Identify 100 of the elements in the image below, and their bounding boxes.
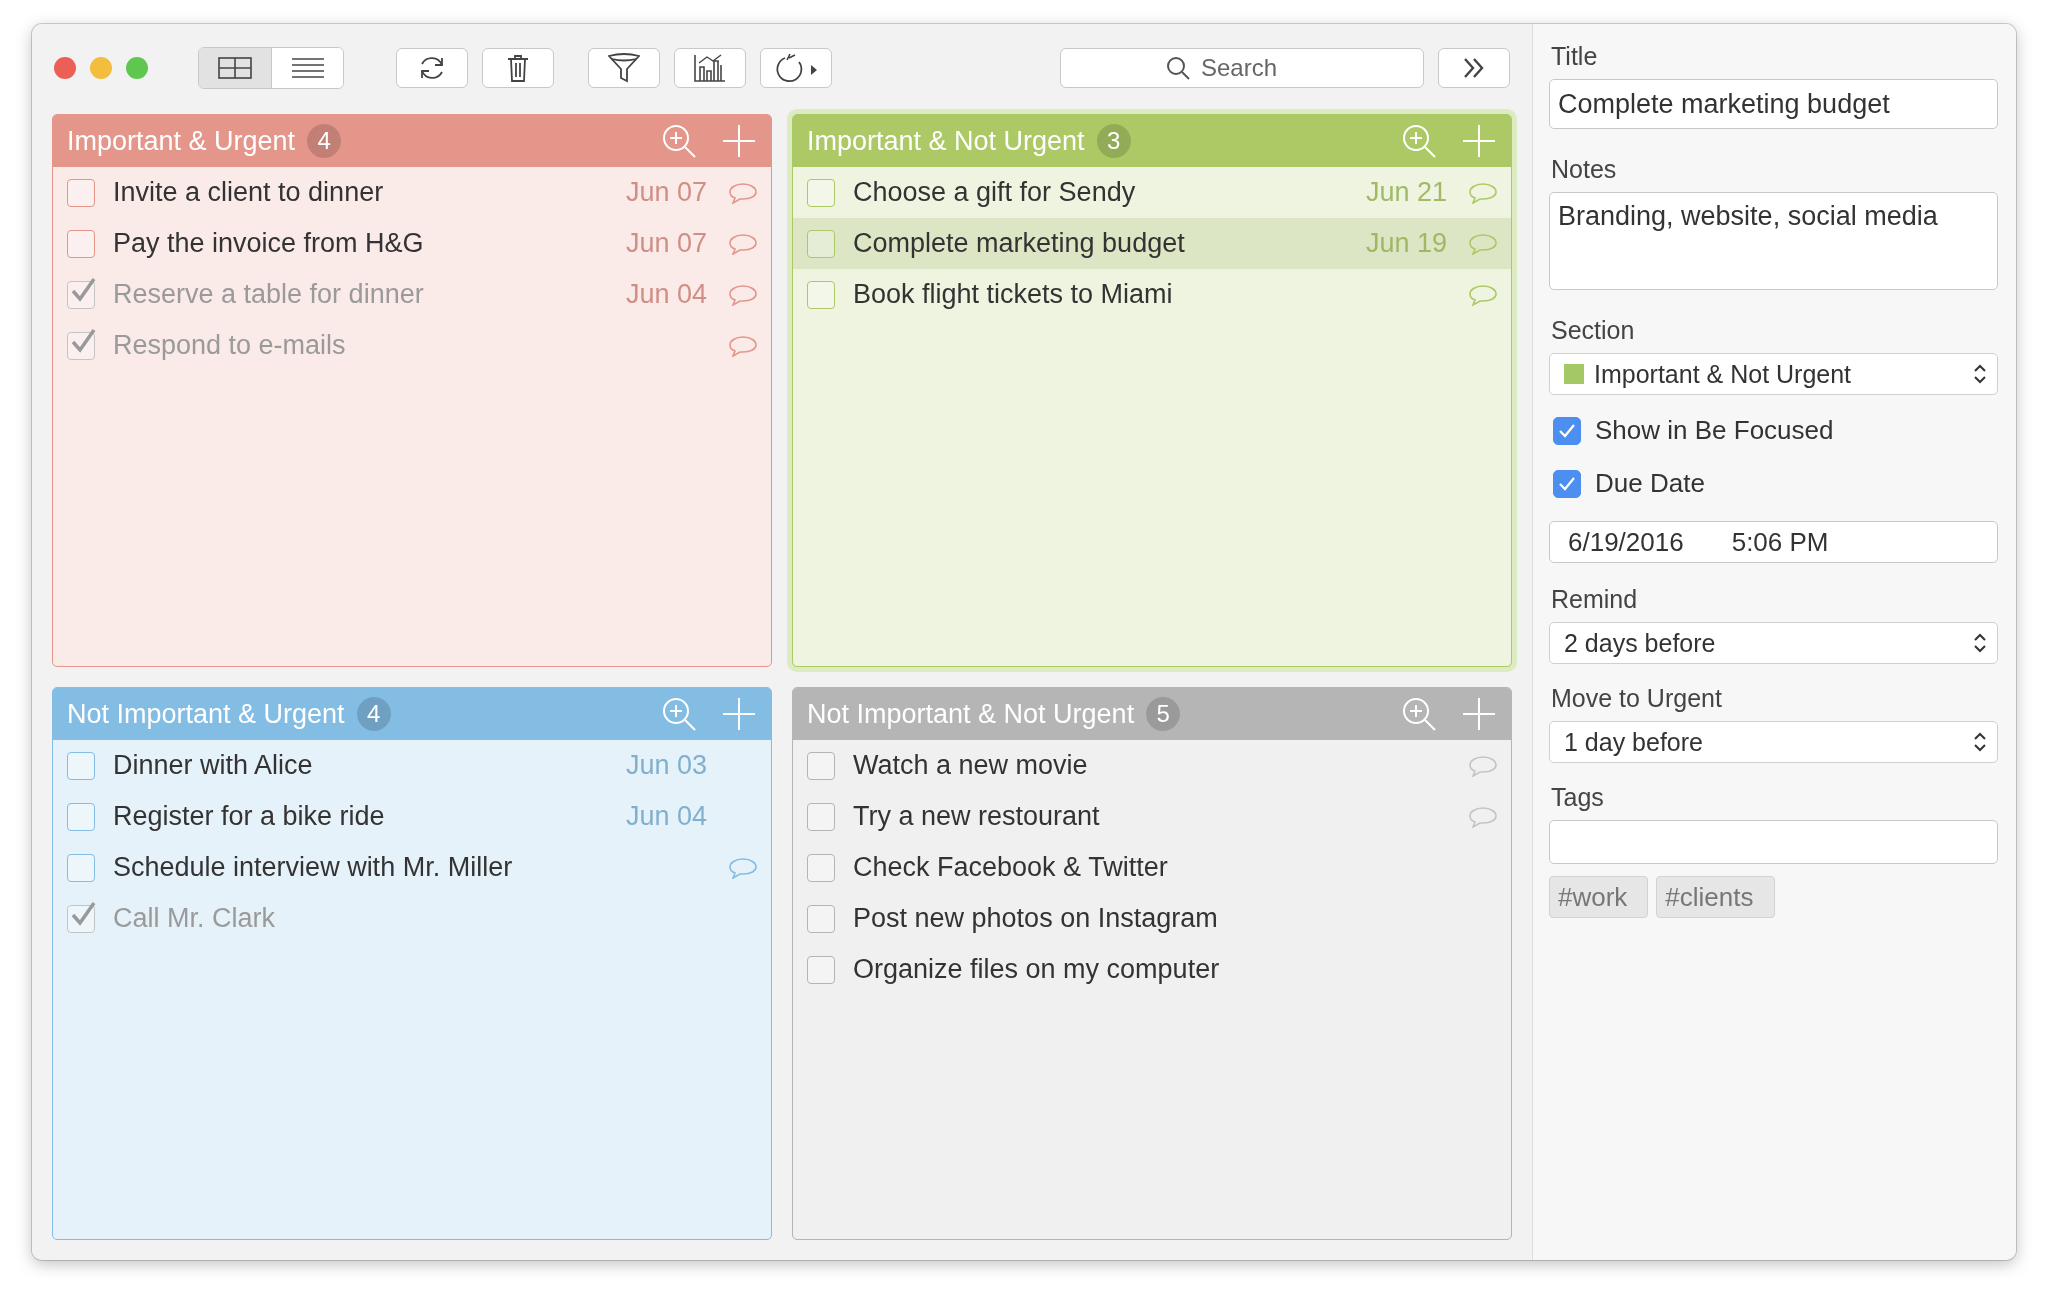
task-title: Organize files on my computer [853,954,1221,985]
task-checkbox[interactable] [807,955,835,984]
quadrant-title: Not Important & Urgent [67,698,345,730]
task-row[interactable]: Book flight tickets to Miami [793,269,1511,320]
task-row[interactable]: Organize files on my computer [793,944,1511,995]
checkmark-icon [1558,475,1576,492]
task-title: Try a new restourant [853,801,1101,832]
due-date: Jun 07 [625,177,707,208]
due-date: Jun 04 [625,801,707,832]
comment-icon[interactable] [728,283,758,306]
task-row[interactable]: Try a new restourant [793,791,1511,842]
timer-icon [773,52,819,84]
due-date: Jun 19 [1365,228,1447,259]
add-icon[interactable] [1463,698,1495,730]
quadrant-title: Important & Not Urgent [807,125,1085,157]
close-button[interactable] [54,57,76,79]
task-checkbox[interactable] [67,229,95,258]
title-field[interactable]: Complete marketing budget [1549,79,1998,129]
task-row[interactable]: Schedule interview with Mr. Miller [53,842,771,893]
task-title: Complete marketing budget [853,228,1186,259]
section-dropdown[interactable]: Important & Not Urgent [1549,353,1998,395]
comment-icon[interactable] [728,856,758,879]
search-field[interactable]: Search [1060,48,1424,88]
option-checkbox[interactable] [1553,469,1581,498]
task-checkbox[interactable] [807,178,835,207]
due-date-field[interactable]: 6/19/2016 5:06 PM [1549,521,1998,563]
task-row[interactable]: Register for a bike ride Jun 04 [53,791,771,842]
task-row[interactable]: Invite a client to dinner Jun 07 [53,167,771,218]
task-checkbox[interactable] [67,802,95,831]
chart-icon [693,53,727,83]
task-row[interactable]: Check Facebook & Twitter [793,842,1511,893]
task-checkbox[interactable] [67,853,95,882]
filter-icon [608,53,640,83]
task-checkbox[interactable] [67,178,95,207]
task-checkbox[interactable] [807,229,835,258]
task-title: Call Mr. Clark [113,903,276,934]
comment-icon[interactable] [1468,283,1498,306]
quadrant-title: Not Important & Not Urgent [807,698,1135,730]
tags-field[interactable] [1549,820,1998,864]
zoom-in-icon[interactable] [1401,123,1437,159]
task-checkbox[interactable] [807,853,835,882]
trash-icon [507,54,529,82]
task-row[interactable]: Dinner with Alice Jun 03 [53,740,771,791]
task-title: Watch a new movie [853,750,1089,781]
toolbar-button[interactable] [674,48,746,88]
task-checkbox[interactable] [807,751,835,780]
add-icon[interactable] [723,125,755,157]
toolbar-button[interactable] [482,48,554,88]
task-row[interactable]: Post new photos on Instagram [793,893,1511,944]
minimize-button[interactable] [90,57,112,79]
task-title: Schedule interview with Mr. Miller [113,852,514,883]
notes-field[interactable]: Branding, website, social media [1549,192,1998,290]
field-label: Title [1551,42,1599,71]
task-row[interactable]: Choose a gift for Sendy Jun 21 [793,167,1511,218]
task-title: Reserve a table for dinner [113,279,425,310]
task-checkbox[interactable] [67,280,95,309]
expand-button[interactable] [1438,48,1510,88]
toolbar-button[interactable] [588,48,660,88]
task-checkbox[interactable] [807,802,835,831]
double-chevron-icon [1462,57,1486,79]
add-icon[interactable] [1463,125,1495,157]
task-row[interactable]: Watch a new movie [793,740,1511,791]
comment-icon[interactable] [1468,805,1498,828]
comment-icon[interactable] [728,181,758,204]
due-date: Jun 03 [625,750,707,781]
field-label: Tags [1551,783,1605,812]
tag-chip[interactable]: #work [1549,876,1649,918]
zoom-in-icon[interactable] [661,696,697,732]
comment-icon[interactable] [1468,181,1498,204]
field-label: Notes [1551,155,1618,184]
view-mode-button[interactable] [199,48,271,88]
toolbar-button[interactable] [760,48,832,88]
checkbox-label: Due Date [1595,468,1705,499]
task-title: Check Facebook & Twitter [853,852,1169,883]
comment-icon[interactable] [1468,232,1498,255]
task-checkbox[interactable] [67,904,95,933]
task-checkbox[interactable] [67,751,95,780]
task-title: Post new photos on Instagram [853,903,1219,934]
toolbar-button[interactable] [396,48,468,88]
task-row[interactable]: Pay the invoice from H&G Jun 07 [53,218,771,269]
task-count-badge: 3 [1096,124,1131,158]
task-checkbox[interactable] [807,280,835,309]
zoom-button[interactable] [126,57,148,79]
task-checkbox[interactable] [807,904,835,933]
comment-icon[interactable] [1468,754,1498,777]
view-mode-button[interactable] [271,48,343,88]
comment-icon[interactable] [728,232,758,255]
move-to-urgent-dropdown[interactable]: 1 day before [1549,721,1998,763]
checkmark-icon [70,899,96,928]
zoom-in-icon[interactable] [661,123,697,159]
zoom-in-icon[interactable] [1401,696,1437,732]
tag-chip[interactable]: #clients [1656,876,1775,918]
task-row[interactable]: Complete marketing budget Jun 19 [793,218,1511,269]
field-label: Remind [1551,585,1639,614]
remind-dropdown[interactable]: 2 days before [1549,622,1998,664]
checkbox-label: Show in Be Focused [1595,415,1834,446]
task-checkbox[interactable] [67,331,95,360]
comment-icon[interactable] [728,334,758,357]
add-icon[interactable] [723,698,755,730]
option-checkbox[interactable] [1553,416,1581,445]
